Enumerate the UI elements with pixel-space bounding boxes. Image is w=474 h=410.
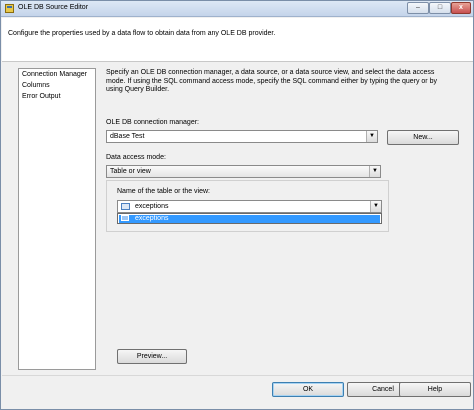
header-band: Configure the properties used by a data …: [2, 18, 473, 62]
app-icon: [5, 4, 14, 13]
table-view-dropdown: exceptions: [117, 213, 382, 224]
data-access-mode-label: Data access mode:: [106, 154, 166, 161]
chevron-down-icon[interactable]: ▼: [366, 131, 377, 142]
ok-button[interactable]: OK: [272, 382, 344, 397]
connection-manager-value: dBase Test: [110, 133, 145, 140]
title-bar[interactable]: OLE DB Source Editor – □ x: [1, 1, 473, 17]
table-view-combo[interactable]: exceptions ▼: [117, 200, 382, 213]
preview-button[interactable]: Preview...: [117, 349, 187, 364]
table-view-value: exceptions: [135, 203, 169, 210]
help-button[interactable]: Help: [399, 382, 471, 397]
table-icon: [121, 203, 130, 210]
chevron-down-icon[interactable]: ▼: [370, 201, 381, 212]
connection-manager-combo[interactable]: dBase Test ▼: [106, 130, 378, 143]
chevron-down-icon[interactable]: ▼: [369, 166, 380, 177]
table-view-label: Name of the table or the view:: [117, 188, 210, 195]
nav-panel: Connection Manager Columns Error Output: [18, 68, 96, 370]
instructions-text: Specify an OLE DB connection manager, a …: [106, 69, 437, 93]
table-icon: [121, 215, 129, 221]
maximize-button[interactable]: □: [429, 2, 451, 14]
dropdown-option-exceptions[interactable]: exceptions: [119, 215, 380, 223]
data-access-mode-combo[interactable]: Table or view ▼: [106, 165, 381, 178]
dropdown-option-label: exceptions: [135, 215, 169, 222]
nav-item-columns[interactable]: Columns: [21, 82, 51, 89]
data-access-mode-value: Table or view: [110, 168, 151, 175]
new-connection-button[interactable]: New...: [387, 130, 459, 145]
header-description: Configure the properties used by a data …: [8, 30, 276, 37]
nav-item-error-output[interactable]: Error Output: [21, 93, 62, 100]
minimize-button[interactable]: –: [407, 2, 429, 14]
connection-manager-label: OLE DB connection manager:: [106, 119, 199, 126]
window-title: OLE DB Source Editor: [18, 4, 89, 11]
close-button[interactable]: x: [451, 2, 471, 14]
nav-item-connection-manager[interactable]: Connection Manager: [21, 71, 88, 78]
ole-db-source-editor-window: OLE DB Source Editor – □ x Configure the…: [0, 0, 474, 410]
